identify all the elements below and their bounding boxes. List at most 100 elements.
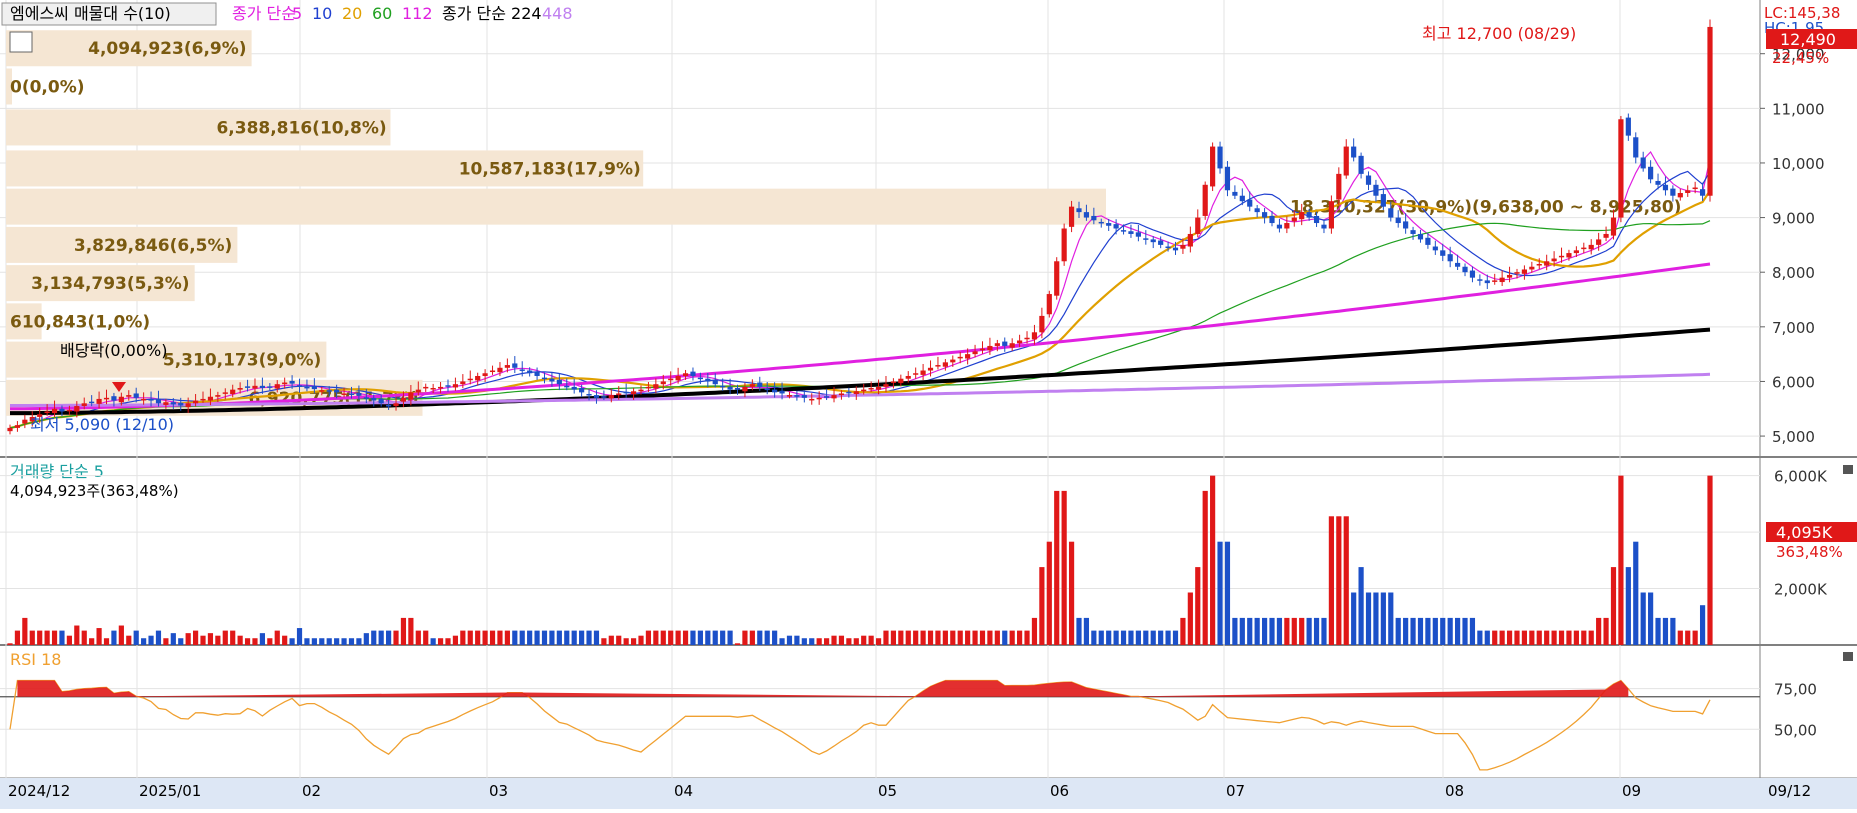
volume-bar	[534, 630, 540, 645]
legend-item[interactable]: 종가 단순 224	[442, 4, 542, 23]
volume-bar	[1462, 617, 1468, 645]
candle-body	[1180, 244, 1186, 249]
legend-item[interactable]: 20	[342, 4, 362, 23]
volume-bar	[1150, 630, 1156, 645]
volume-bar	[274, 630, 280, 645]
volume-bar	[415, 630, 421, 645]
volume-bar	[564, 630, 570, 645]
candle-body	[1128, 231, 1134, 234]
rsi-panel-title: RSI 18	[10, 650, 61, 669]
volume-bar	[1499, 630, 1505, 645]
volume-bar	[185, 633, 191, 645]
volume-profile-label: 6,388,816(10,8%)	[216, 118, 386, 138]
volume-bar	[1031, 617, 1038, 645]
volume-panel-close-icon[interactable]	[1843, 465, 1853, 474]
volume-bar	[682, 630, 689, 645]
candle-body	[816, 397, 822, 400]
candle-body	[51, 408, 58, 414]
candle-body	[81, 403, 87, 407]
legend-item[interactable]: 5	[292, 4, 302, 23]
candle-body	[1031, 332, 1038, 340]
candle-body	[950, 359, 956, 363]
candle-body	[861, 389, 867, 392]
volume-bar	[979, 630, 986, 645]
volume-bar	[1328, 516, 1334, 645]
legend-item[interactable]: 448	[542, 4, 573, 23]
candle-body	[319, 390, 325, 392]
candle-body	[222, 392, 228, 394]
volume-bar	[965, 630, 971, 645]
candle-body	[133, 393, 139, 398]
volume-bar	[816, 638, 822, 645]
volume-bar	[601, 638, 607, 645]
volume-profile-label: 0(0,0%)	[10, 77, 85, 97]
legend-item[interactable]: 60	[372, 4, 392, 23]
legend-item[interactable]: 10	[312, 4, 332, 23]
volume-bar	[1002, 630, 1008, 645]
candle-body	[1492, 280, 1498, 282]
volume-bar	[1351, 592, 1357, 645]
candle-body	[556, 379, 562, 385]
candle-body	[408, 392, 414, 400]
candle-body	[1261, 212, 1268, 218]
volume-bar	[74, 625, 80, 645]
volume-bar	[801, 638, 807, 645]
candle-body	[267, 386, 273, 388]
candle-body	[898, 378, 904, 384]
candle-body	[1610, 217, 1617, 236]
candle-body	[1113, 224, 1119, 229]
candle-body	[682, 373, 689, 376]
time-axis-label: 07	[1226, 782, 1245, 800]
candle-body	[155, 398, 162, 404]
candle-body	[638, 389, 644, 392]
legend-item[interactable]: 112	[402, 4, 433, 23]
volume-bar	[668, 630, 674, 645]
high-annotation: 최고 12,700 (08/29)	[1422, 24, 1576, 43]
time-axis-label-right: 09/12	[1768, 782, 1811, 800]
volume-bar	[89, 638, 95, 645]
candle-body	[1677, 192, 1683, 198]
candle-body	[66, 409, 72, 412]
rsi-panel-close-icon[interactable]	[1843, 652, 1853, 661]
volume-bar	[556, 630, 562, 645]
volume-bar	[697, 630, 703, 645]
candle-body	[252, 385, 258, 389]
volume-bar	[155, 630, 162, 645]
volume-last-pct: 363,48%	[1776, 543, 1843, 561]
table-icon[interactable]	[9, 31, 33, 53]
candle-body	[616, 393, 622, 396]
volume-bar	[1410, 617, 1416, 645]
volume-bar	[1202, 490, 1208, 645]
legend-box-label[interactable]: 엠에스씨 매물대 수(10)	[10, 4, 171, 23]
volume-bar	[482, 630, 488, 645]
volume-bar	[141, 638, 147, 645]
volume-bar	[207, 633, 214, 645]
time-axis-label: 06	[1050, 782, 1069, 800]
candle-body	[593, 395, 600, 398]
stock-chart: 2024/12 2025/01 02 03 04 05 06 07 08 09 09/12 5,000…	[0, 0, 1857, 809]
volume-bar	[489, 630, 496, 645]
volume-bar	[1633, 541, 1639, 645]
candle-body	[378, 398, 384, 404]
candle-body	[467, 378, 473, 381]
volume-bar	[1380, 592, 1386, 645]
candle-body	[1625, 117, 1631, 136]
candle-body	[883, 384, 889, 387]
volume-bar	[400, 617, 407, 645]
candle-body	[957, 356, 963, 359]
volume-bar	[29, 630, 35, 645]
volume-profile-label: 4,094,923(6,9%)	[88, 39, 246, 59]
volume-bar	[1239, 617, 1245, 645]
candle-body	[1380, 194, 1386, 207]
volume-bar	[579, 630, 585, 645]
volume-bar	[1306, 617, 1312, 645]
candle-body	[579, 388, 585, 393]
candle-body	[74, 406, 80, 412]
volume-bar	[460, 630, 466, 645]
candle-body	[1618, 119, 1624, 218]
volume-profile-label: 5,310,173(9,0%)	[163, 351, 321, 371]
volume-bar	[727, 630, 733, 645]
volume-bar	[1128, 630, 1134, 645]
volume-bar	[1120, 630, 1127, 645]
legend-item[interactable]: 종가 단순	[232, 4, 296, 23]
